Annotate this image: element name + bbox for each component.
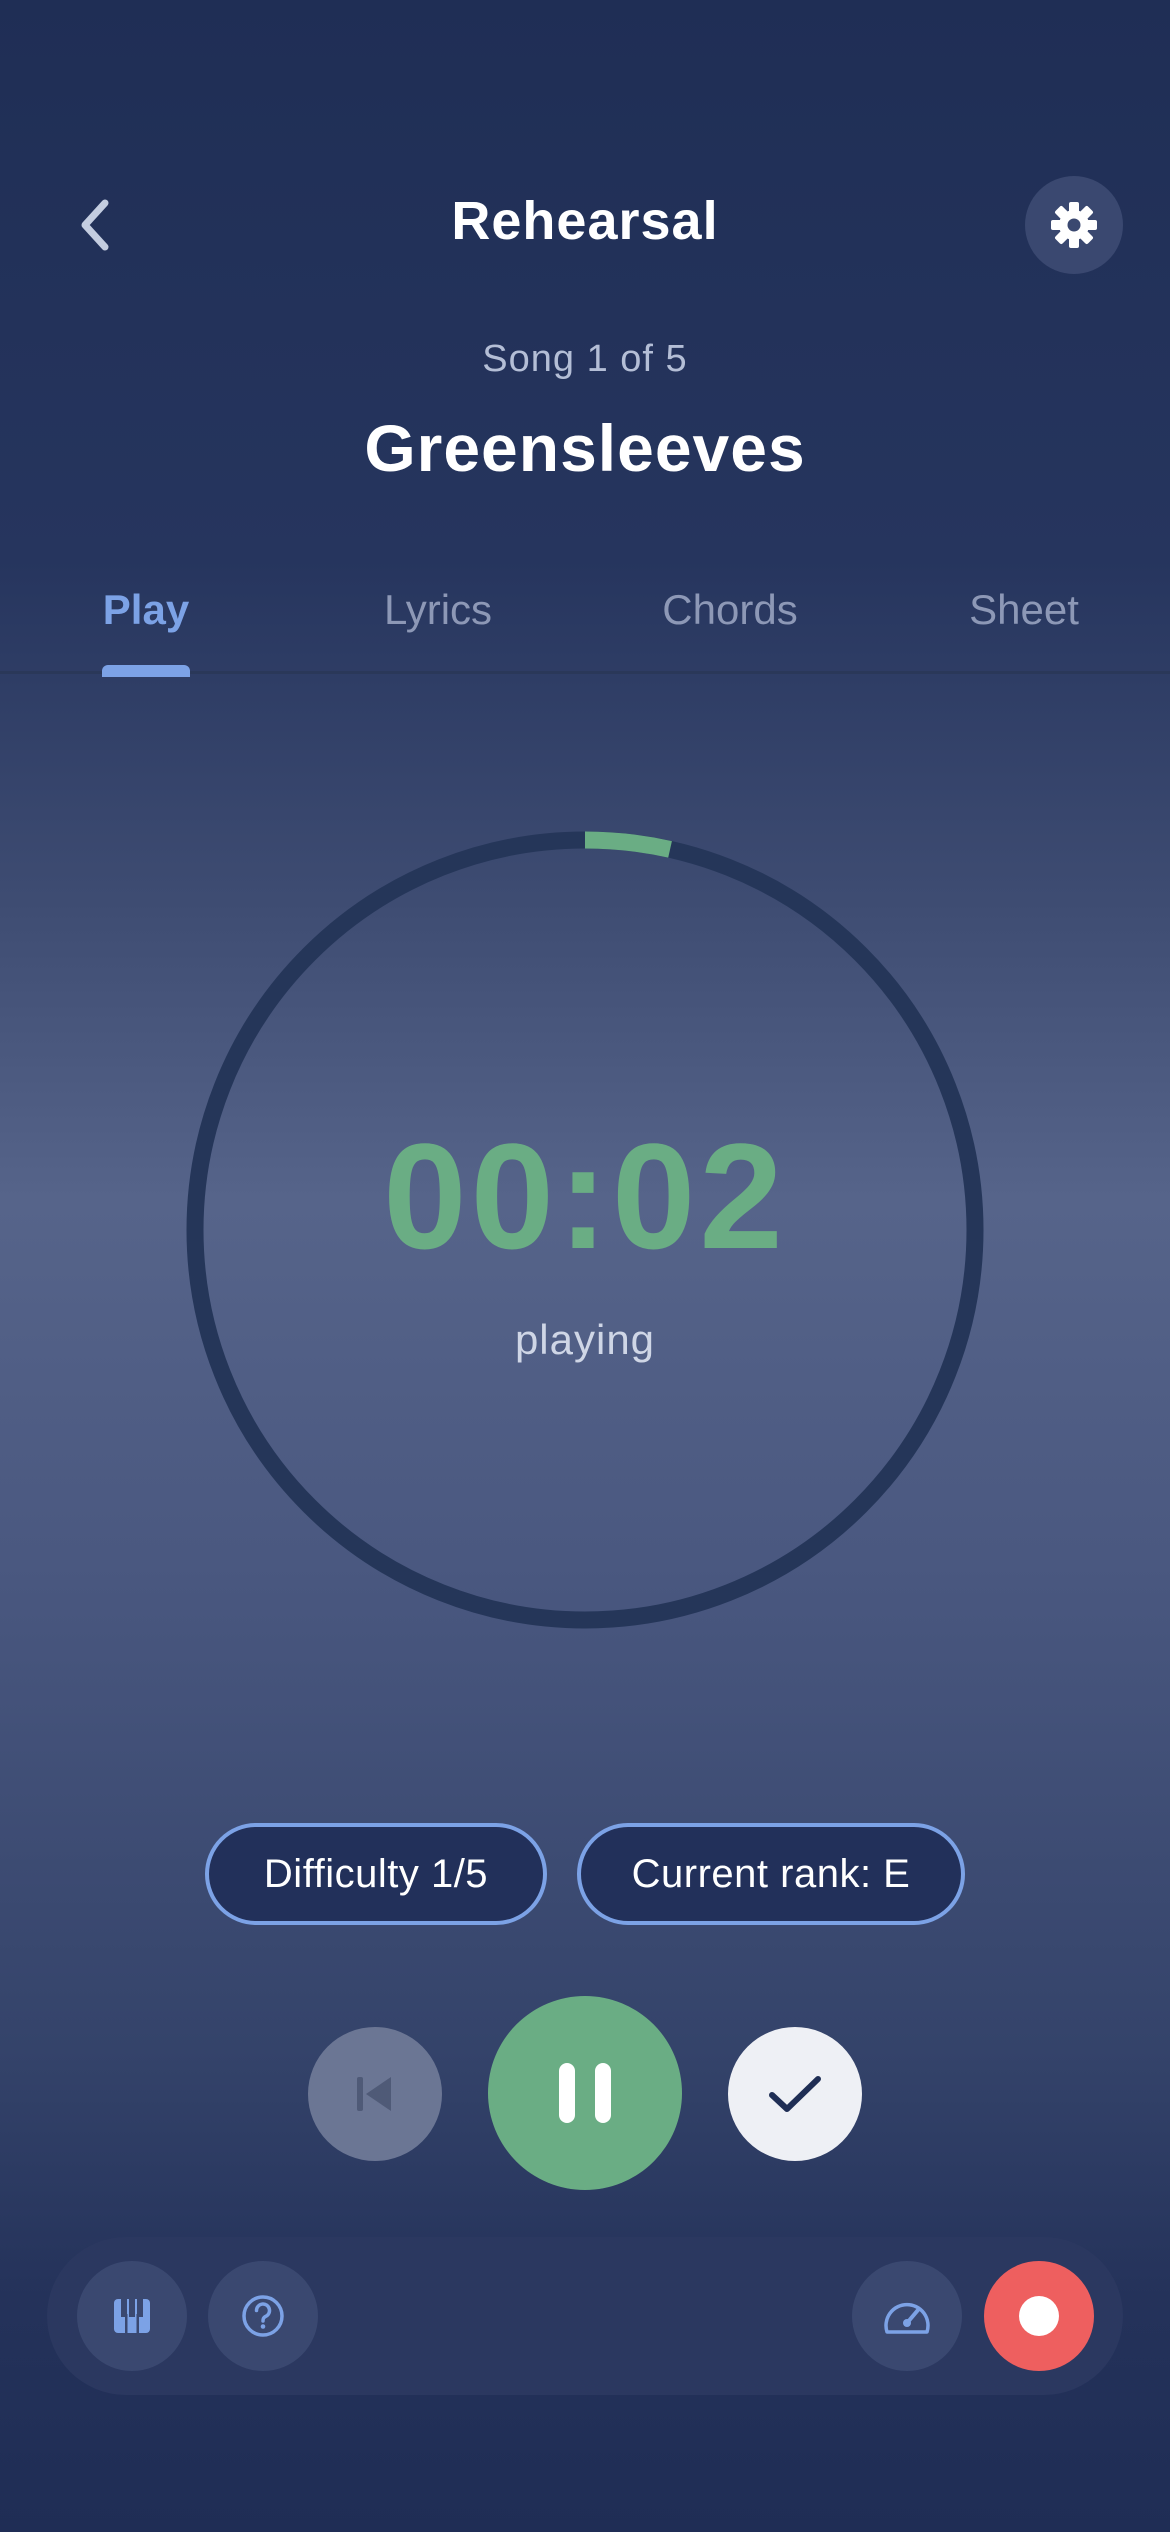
pause-button[interactable] <box>488 1996 682 2190</box>
skip-back-icon <box>357 2077 391 2111</box>
previous-button[interactable] <box>308 2027 442 2161</box>
tempo-button[interactable] <box>852 2261 962 2371</box>
checkmark-icon <box>769 2076 821 2112</box>
active-tab-indicator <box>102 665 190 677</box>
settings-button[interactable] <box>1025 176 1123 274</box>
record-button[interactable] <box>984 2261 1094 2371</box>
tab-lyrics[interactable]: Lyrics <box>348 560 528 660</box>
speedometer-icon <box>884 2302 930 2334</box>
page-title: Rehearsal <box>451 191 719 251</box>
record-icon <box>1019 2296 1059 2336</box>
question-circle-icon <box>242 2295 284 2337</box>
complete-button[interactable] <box>728 2027 862 2161</box>
pause-icon <box>559 2063 611 2123</box>
song-counter: Song 1 of 5 <box>482 338 688 380</box>
gear-icon <box>1051 202 1097 248</box>
piano-button[interactable] <box>77 2261 187 2371</box>
tab-chords[interactable]: Chords <box>630 560 830 660</box>
elapsed-time: 00:02 <box>383 1112 787 1280</box>
tab-bar: Play Lyrics Chords Sheet <box>0 560 1170 672</box>
tab-play[interactable]: Play <box>56 560 236 660</box>
playback-state: playing <box>514 1316 656 1363</box>
help-button[interactable] <box>208 2261 318 2371</box>
piano-keys-icon <box>114 2299 150 2333</box>
rank-chip[interactable]: Current rank: E <box>577 1823 965 1925</box>
tab-sheet[interactable]: Sheet <box>934 560 1114 660</box>
song-title: Greensleeves <box>364 411 806 485</box>
difficulty-chip[interactable]: Difficulty 1/5 <box>205 1823 547 1925</box>
